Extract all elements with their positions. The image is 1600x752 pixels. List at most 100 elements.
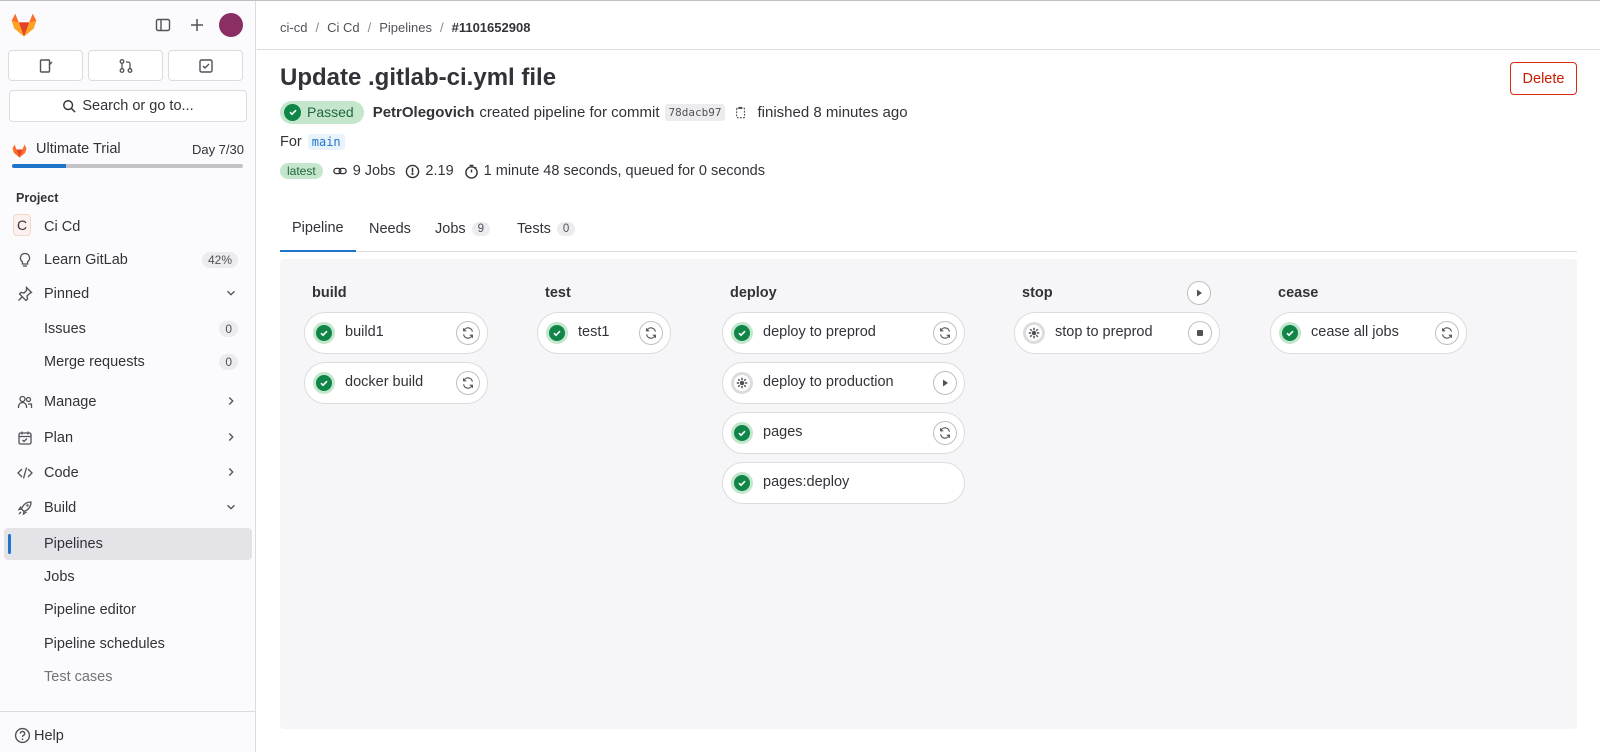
breadcrumb-separator: /: [367, 19, 372, 35]
for-label: For: [280, 134, 302, 150]
learn-gitlab-label: Learn GitLab: [44, 252, 128, 268]
latest-badge: latest: [280, 163, 323, 179]
tab-jobs-count: 9: [471, 222, 491, 236]
sidebar-item-issues[interactable]: Issues 0: [4, 313, 252, 345]
retry-icon[interactable]: [933, 321, 957, 345]
job-name: deploy to production: [763, 374, 894, 390]
trial-widget[interactable]: Ultimate Trial Day 7/30: [11, 141, 244, 173]
jobs-count-item: 9 Jobs: [332, 163, 395, 179]
pipelines-label: Pipelines: [44, 536, 103, 552]
job-build1[interactable]: build1: [304, 312, 488, 354]
job-name: docker build: [345, 374, 424, 390]
gitlab-fox-icon: [12, 144, 27, 158]
job-test1[interactable]: test1: [537, 312, 671, 354]
tab-pipeline[interactable]: Pipeline: [280, 206, 356, 252]
search-icon: [63, 100, 76, 113]
trial-day: Day 7/30: [191, 142, 244, 157]
stop-icon[interactable]: [1188, 321, 1212, 345]
job-pages[interactable]: pages: [722, 412, 965, 454]
finished-text: finished 8 minutes ago: [757, 103, 908, 121]
sidebar-item-merge-requests[interactable]: Merge requests 0: [4, 346, 252, 378]
commit-sha[interactable]: 78dacb97: [664, 103, 726, 121]
gauge-icon: [406, 164, 420, 178]
stage-title-cease: cease: [1278, 285, 1319, 301]
plus-icon[interactable]: [185, 13, 209, 37]
sidebar-item-project[interactable]: C Ci Cd: [4, 211, 252, 243]
copy-icon[interactable]: [734, 105, 748, 120]
author-link[interactable]: PetrOlegovich: [373, 104, 475, 121]
calendar-icon: [16, 429, 34, 447]
user-avatar[interactable]: [219, 13, 243, 37]
sidebar-item-pinned[interactable]: Pinned: [4, 278, 252, 310]
job-pages-deploy[interactable]: pages:deploy: [722, 462, 965, 504]
breadcrumb-group[interactable]: ci-cd: [280, 20, 307, 35]
tab-pipeline-label: Pipeline: [292, 220, 344, 236]
search-label: Search or go to...: [82, 98, 194, 114]
retry-icon[interactable]: [1435, 321, 1459, 345]
gitlab-logo-icon[interactable]: [10, 11, 38, 39]
search-button[interactable]: Search or go to...: [9, 90, 247, 122]
job-name: pages:deploy: [763, 474, 850, 490]
sidebar-item-pipelines[interactable]: Pipelines: [4, 528, 252, 560]
job-docker-build[interactable]: docker build: [304, 362, 488, 404]
status-label: Passed: [307, 104, 354, 120]
play-icon[interactable]: [933, 371, 957, 395]
job-deploy-to-preprod[interactable]: deploy to preprod: [722, 312, 965, 354]
sidebar-item-test-cases[interactable]: Test cases: [4, 661, 252, 693]
manage-label: Manage: [44, 394, 97, 410]
job-name: deploy to preprod: [763, 324, 876, 340]
compute-value: 2.19: [425, 163, 454, 179]
job-name: cease all jobs: [1311, 324, 1399, 340]
sidebar-item-manage[interactable]: Manage: [4, 386, 252, 418]
project-name: Ci Cd: [44, 219, 81, 235]
sidebar-item-build[interactable]: Build: [4, 492, 252, 524]
header-divider: [257, 49, 1600, 50]
tab-jobs-label: Jobs: [435, 221, 466, 237]
sidebar-item-plan[interactable]: Plan: [4, 422, 252, 454]
sidebar-item-pipeline-schedules[interactable]: Pipeline schedules: [4, 628, 252, 660]
page-title: Update .gitlab-ci.yml file: [280, 64, 557, 91]
job-stop-to-preprod[interactable]: stop to preprod: [1014, 312, 1220, 354]
jobs-label: Jobs: [44, 569, 75, 585]
retry-icon[interactable]: [456, 321, 480, 345]
pipeline-meta-row: latest 9 Jobs 2.19 1 minute 48 seconds, …: [280, 163, 775, 179]
learn-gitlab-badge: 42%: [201, 252, 238, 268]
job-name: pages: [763, 424, 803, 440]
users-icon: [16, 393, 34, 411]
tab-jobs[interactable]: Jobs 9: [423, 206, 502, 252]
breadcrumb-pipelines[interactable]: Pipelines: [379, 20, 432, 35]
chevron-right-icon: [224, 394, 238, 412]
job-cease-all-jobs[interactable]: cease all jobs: [1270, 312, 1467, 354]
todos-shortcut-icon[interactable]: [168, 50, 243, 81]
help-button[interactable]: Help: [14, 727, 64, 744]
pipeline-tabs: Pipeline Needs Jobs 9 Tests 0: [280, 206, 1577, 252]
stage-play-icon[interactable]: [1187, 281, 1211, 305]
job-deploy-to-production[interactable]: deploy to production: [722, 362, 965, 404]
issues-label: Issues: [44, 321, 86, 337]
chevron-down-icon: [224, 286, 238, 304]
sidebar-item-code[interactable]: Code: [4, 457, 252, 489]
pipeline-status-row: Passed PetrOlegovich created pipeline fo…: [280, 99, 908, 125]
help-label: Help: [34, 727, 64, 744]
timer-icon: [464, 164, 478, 179]
breadcrumb-project[interactable]: Ci Cd: [327, 20, 360, 35]
retry-icon[interactable]: [639, 321, 663, 345]
tab-needs[interactable]: Needs: [357, 206, 423, 252]
breadcrumb: ci-cd / Ci Cd / Pipelines / #1101652908: [280, 17, 530, 37]
sidebar-item-jobs[interactable]: Jobs: [4, 561, 252, 593]
tab-tests[interactable]: Tests 0: [505, 206, 587, 252]
toggle-sidebar-icon[interactable]: [151, 13, 175, 37]
sidebar-item-learn-gitlab[interactable]: Learn GitLab 42%: [4, 244, 252, 276]
issues-shortcut-icon[interactable]: [8, 50, 83, 81]
sidebar-item-pipeline-editor[interactable]: Pipeline editor: [4, 594, 252, 626]
pipeline-editor-label: Pipeline editor: [44, 602, 136, 618]
retry-icon[interactable]: [456, 371, 480, 395]
retry-icon[interactable]: [933, 421, 957, 445]
delete-button[interactable]: Delete: [1510, 62, 1577, 95]
status-badge[interactable]: Passed: [280, 100, 364, 124]
merge-requests-shortcut-icon[interactable]: [88, 50, 163, 81]
pipeline-schedules-label: Pipeline schedules: [44, 636, 165, 652]
chevron-right-icon: [224, 465, 238, 483]
branch-link[interactable]: main: [307, 134, 345, 150]
breadcrumb-pipeline-id[interactable]: #1101652908: [452, 20, 531, 35]
